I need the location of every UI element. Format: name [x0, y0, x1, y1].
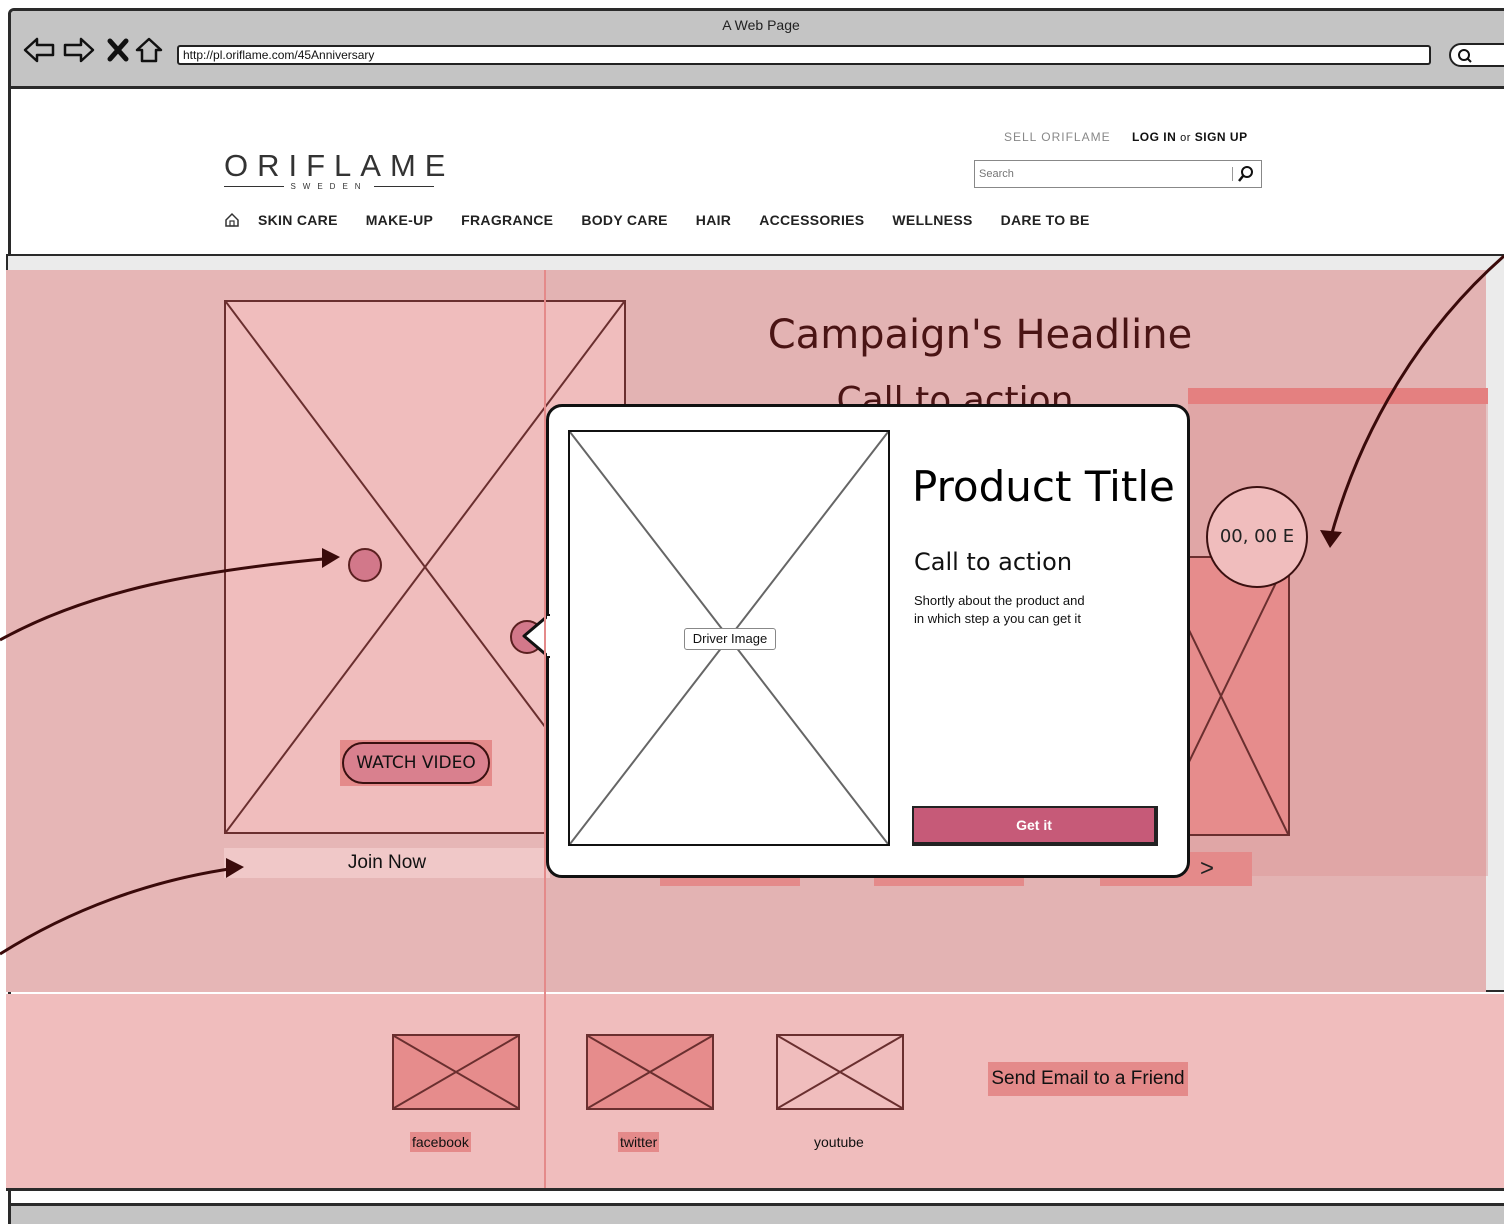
description-line: in which step a you can get it — [914, 611, 1081, 626]
facebook-icon[interactable] — [392, 1034, 520, 1110]
popup-call-to-action[interactable]: Call to action — [914, 548, 1072, 576]
twitter-label[interactable]: twitter — [618, 1132, 660, 1152]
youtube-icon[interactable] — [776, 1034, 904, 1110]
column-divider — [544, 270, 546, 1190]
social-footer — [6, 994, 1504, 1190]
send-email-link[interactable]: Send Email to a Friend — [988, 1062, 1188, 1096]
facebook-label[interactable]: facebook — [410, 1132, 471, 1152]
product-description: Shortly about the product and in which s… — [914, 592, 1124, 628]
get-it-button[interactable]: Get it — [912, 806, 1158, 846]
youtube-label[interactable]: youtube — [812, 1132, 866, 1152]
footer-border — [6, 1188, 1504, 1191]
driver-image-label: Driver Image — [684, 628, 776, 650]
description-line: Shortly about the product and — [914, 593, 1085, 608]
product-title: Product Title — [912, 462, 1175, 511]
twitter-icon[interactable] — [586, 1034, 714, 1110]
